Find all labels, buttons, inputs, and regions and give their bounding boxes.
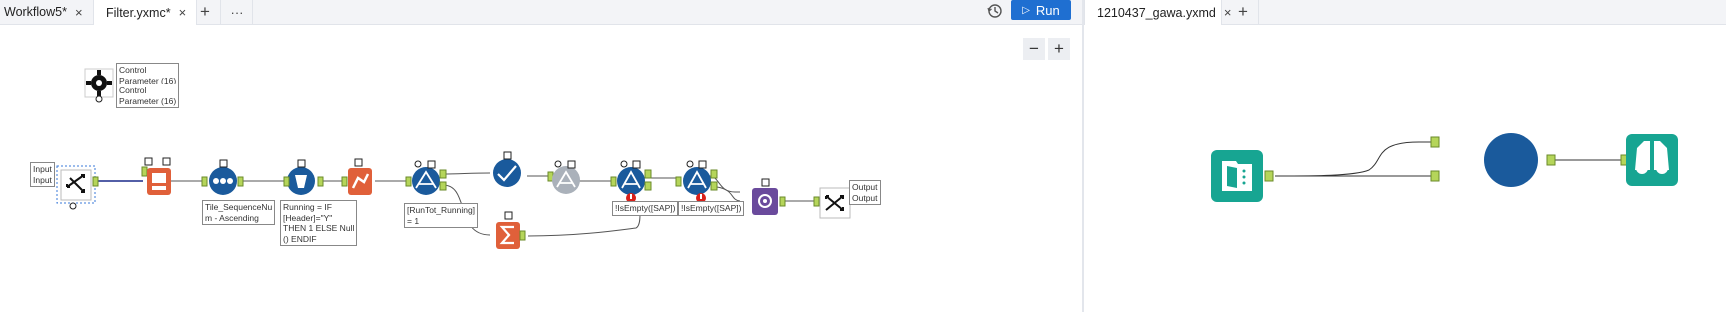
union-tool[interactable] [752,178,786,215]
select-tool[interactable] [493,151,521,187]
multi-row-formula-tool[interactable] [341,158,372,195]
sort-tool[interactable] [201,159,244,195]
connection [442,172,491,175]
input-data-tool[interactable] [1211,150,1274,202]
workflow-canvas-right[interactable] [1084,0,1726,312]
annotation-filter-3: !IsEmpty([SAP]) [612,201,679,216]
summarize-tool[interactable] [496,211,526,249]
annotation-input: Input Input [30,162,55,187]
filter-tool-3[interactable] [610,160,652,203]
macro-input-tool[interactable] [56,165,99,210]
browse-tool[interactable] [1620,134,1678,186]
annotation-sort: Tile_SequenceNu m - Ascending [202,200,276,225]
join-tool[interactable] [1430,133,1556,187]
connections [1274,141,1622,177]
filter-tool-1[interactable] [405,160,447,195]
record-id-tool[interactable] [141,157,171,195]
connection [1274,141,1432,177]
filter-tool-4[interactable] [675,160,718,203]
connection [716,186,741,202]
annotation-control-param-2: Control Parameter (16) [116,84,180,108]
connection [527,213,641,237]
annotation-filter-1: [RunTot_Running] = 1 [404,203,479,228]
workflow-canvas[interactable] [0,0,1082,312]
formula-tool[interactable] [283,159,324,195]
control-parameter-tool[interactable] [84,68,114,103]
macro-output-tool[interactable] [813,187,851,219]
annotation-filter-4: !IsEmpty([SAP]) [678,201,745,216]
annotation-output: Output Output [849,180,881,205]
right-workflow-pane: 1210437_gawa.yxmd × + [1084,0,1726,312]
filter-tool-disabled[interactable] [547,160,580,194]
left-workflow-pane: Workflow5* × Filter.yxmc* × + ··· ▷ Run … [0,0,1082,312]
annotation-formula: Running = IF [Header]="Y" THEN 1 ELSE Nu… [280,200,358,246]
